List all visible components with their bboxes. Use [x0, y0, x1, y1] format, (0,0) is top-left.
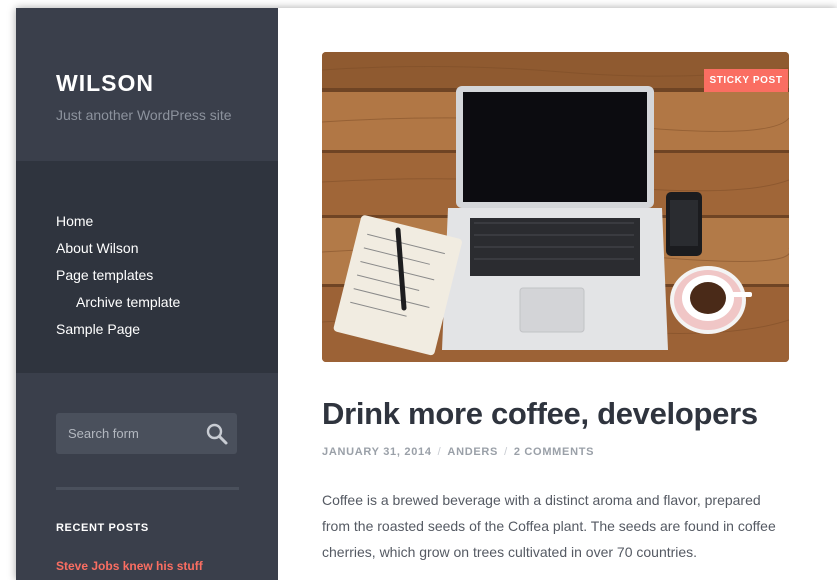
nav-item-about-wilson[interactable]: About Wilson: [56, 240, 138, 256]
recent-post-link[interactable]: Steve Jobs knew his stuff: [56, 559, 203, 573]
post-author[interactable]: ANDERS: [447, 446, 498, 458]
post-date[interactable]: JANUARY 31, 2014: [322, 446, 432, 458]
nav-item-page-templates[interactable]: Page templates: [56, 267, 153, 283]
nav-item-home[interactable]: Home: [56, 213, 93, 229]
site-title[interactable]: WILSON: [56, 70, 154, 97]
post-title[interactable]: Drink more coffee, developers: [322, 396, 758, 432]
sticky-post-badge: STICKY POST: [704, 69, 788, 92]
site-branding: WILSON Just another WordPress site: [16, 8, 278, 161]
post-meta: JANUARY 31, 2014 / ANDERS / 2 COMMENTS: [322, 446, 594, 458]
search-form: [56, 413, 237, 454]
nav-item-sample-page[interactable]: Sample Page: [56, 321, 140, 337]
meta-separator: /: [504, 446, 508, 458]
recent-posts-title: RECENT POSTS: [56, 522, 149, 534]
site-description: Just another WordPress site: [56, 107, 232, 123]
main-content: STICKY POST Drink more coffee, developer…: [278, 8, 837, 580]
post-comments[interactable]: 2 COMMENTS: [514, 446, 594, 458]
sidebar: WILSON Just another WordPress site Home …: [16, 8, 278, 580]
meta-separator: /: [437, 446, 442, 458]
widget-area: RECENT POSTS Steve Jobs knew his stuff: [16, 373, 278, 580]
widget-divider: [56, 487, 239, 490]
featured-image[interactable]: [322, 52, 789, 362]
search-input[interactable]: [56, 413, 208, 454]
search-icon[interactable]: [205, 422, 229, 446]
post-excerpt: Coffee is a brewed beverage with a disti…: [322, 492, 776, 560]
main-navigation: Home About Wilson Page templates Archive…: [16, 161, 278, 373]
nav-subitem-archive-template[interactable]: Archive template: [76, 294, 180, 310]
